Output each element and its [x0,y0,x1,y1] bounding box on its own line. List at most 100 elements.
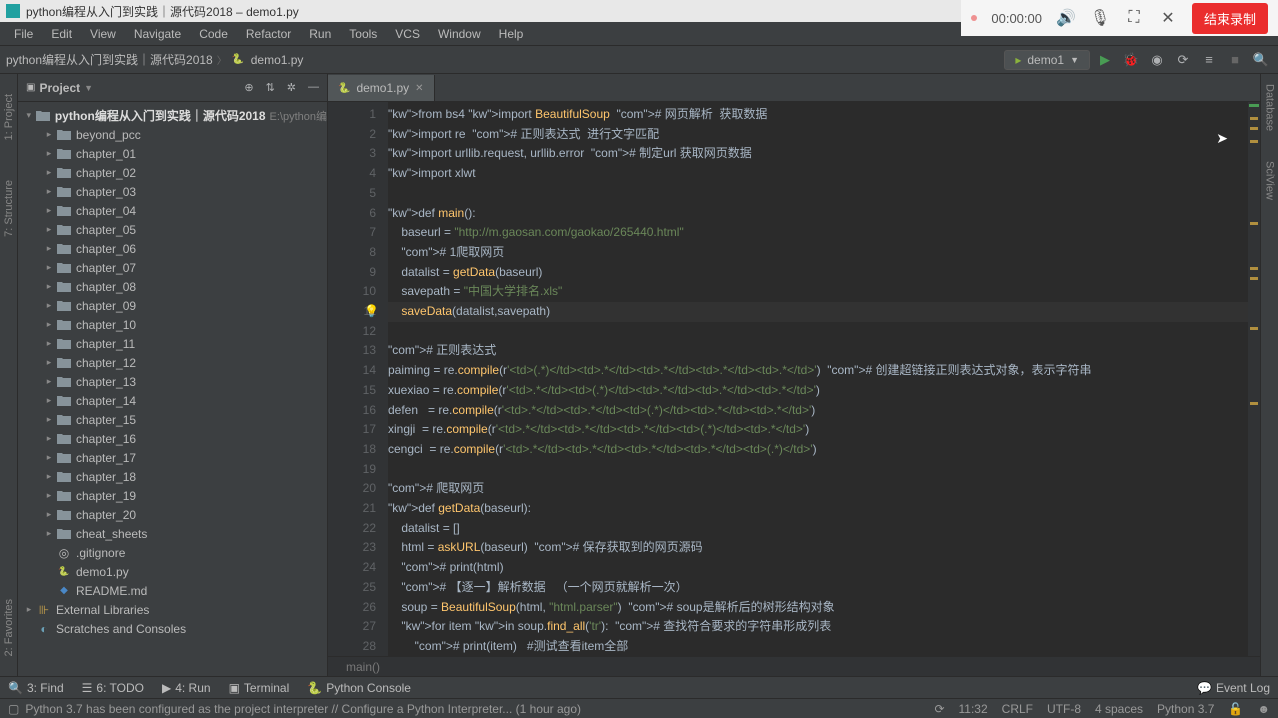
run-button[interactable]: ▶ [1094,49,1116,71]
code-line[interactable] [388,322,1248,342]
breadcrumb-root[interactable]: python编程从入门到实践｜源代码2018 [6,51,213,68]
menu-window[interactable]: Window [430,25,489,43]
menu-run[interactable]: Run [301,25,339,43]
left-tab-favorites[interactable]: 2: Favorites [3,599,15,656]
status-interpreter[interactable]: Python 3.7 [1157,702,1214,716]
tree-external-libs[interactable]: ▸⊪External Libraries [18,600,327,619]
tree-file-README.md[interactable]: ◆README.md [18,581,327,600]
code-line[interactable]: html = askURL(baseurl) "com"># 保存获取到的网页源… [388,538,1248,558]
tree-folder-chapter_01[interactable]: ▸chapter_01 [18,144,327,163]
menu-file[interactable]: File [6,25,41,43]
settings-icon[interactable]: ✲ [287,81,296,94]
tree-root[interactable]: ▾python编程从入门到实践｜源代码2018E:\python编 [18,106,327,125]
tree-folder-chapter_10[interactable]: ▸chapter_10 [18,315,327,334]
code-area[interactable]: "kw">from bs4 "kw">import BeautifulSoup … [388,102,1248,656]
menu-navigate[interactable]: Navigate [126,25,189,43]
code-line[interactable]: "kw">import re "com"># 正则表达式 进行文字匹配 [388,125,1248,145]
bottom-tab-terminal[interactable]: ▣Terminal [229,681,290,695]
code-line[interactable]: "com"># print(html) [388,558,1248,578]
code-line[interactable]: "com"># 【逐一】解析数据 （一个网页就解析一次） [388,578,1248,598]
coverage-button[interactable]: ◉ [1146,49,1168,71]
locate-icon[interactable]: ⊕ [244,81,253,94]
tree-file-.gitignore[interactable]: ◎.gitignore [18,543,327,562]
project-tree[interactable]: ▾python编程从入门到实践｜源代码2018E:\python编▸beyond… [18,102,327,676]
code-line[interactable]: soup = BeautifulSoup(html, "html.parser"… [388,598,1248,618]
menu-edit[interactable]: Edit [43,25,80,43]
bottom-tab-run[interactable]: ▶4: Run [162,681,211,695]
tree-file-demo1.py[interactable]: 🐍demo1.py [18,562,327,581]
code-line[interactable] [388,184,1248,204]
tree-folder-chapter_12[interactable]: ▸chapter_12 [18,353,327,372]
tree-folder-chapter_08[interactable]: ▸chapter_08 [18,277,327,296]
tree-folder-chapter_02[interactable]: ▸chapter_02 [18,163,327,182]
tree-folder-chapter_15[interactable]: ▸chapter_15 [18,410,327,429]
close-tab-icon[interactable]: ✕ [415,83,423,94]
tree-folder-chapter_06[interactable]: ▸chapter_06 [18,239,327,258]
expand-icon[interactable]: ⇅ [266,81,275,94]
menu-vcs[interactable]: VCS [387,25,428,43]
tree-folder-chapter_11[interactable]: ▸chapter_11 [18,334,327,353]
profile-button[interactable]: ⟳ [1172,49,1194,71]
tree-folder-cheat_sheets[interactable]: ▸cheat_sheets [18,524,327,543]
menu-tools[interactable]: Tools [341,25,385,43]
code-line[interactable]: "kw">def main(): [388,204,1248,224]
code-line[interactable]: paiming = re.compile(r'<td>(.*)</td><td>… [388,361,1248,381]
bottom-tab-find[interactable]: 🔍3: Find [8,681,64,695]
bottom-tab-python-console[interactable]: 🐍Python Console [307,681,411,695]
tree-folder-chapter_19[interactable]: ▸chapter_19 [18,486,327,505]
tree-folder-chapter_13[interactable]: ▸chapter_13 [18,372,327,391]
code-line[interactable] [388,460,1248,480]
run-config-select[interactable]: ▸ demo1 ▼ [1004,50,1090,70]
code-line[interactable]: "com"># 爬取网页 [388,479,1248,499]
menu-help[interactable]: Help [491,25,532,43]
code-line[interactable]: cengci = re.compile(r'<td>.*</td><td>.*<… [388,440,1248,460]
fullscreen-icon[interactable]: ⛶ [1124,8,1144,28]
right-tab-database[interactable]: Database [1264,84,1276,131]
editor-tab[interactable]: 🐍 demo1.py ✕ [328,75,435,101]
chevron-down-icon[interactable]: ▼ [84,83,93,93]
bottom-tab-todo[interactable]: ☰6: TODO [82,681,144,695]
menu-view[interactable]: View [82,25,124,43]
code-line[interactable]: datalist = [] [388,519,1248,539]
left-tab-structure[interactable]: 7: Structure [3,180,15,237]
code-line[interactable]: saveData(datalist,savepath) [388,302,1248,322]
tree-folder-chapter_16[interactable]: ▸chapter_16 [18,429,327,448]
speaker-icon[interactable]: 🔊 [1056,8,1076,28]
stop-button[interactable]: ■ [1224,49,1246,71]
tree-folder-chapter_03[interactable]: ▸chapter_03 [18,182,327,201]
bottom-tab-eventlog[interactable]: 💬Event Log [1197,681,1270,695]
code-line[interactable]: "kw">for item "kw">in soup.find_all('tr'… [388,617,1248,637]
tree-folder-chapter_14[interactable]: ▸chapter_14 [18,391,327,410]
attach-button[interactable]: ≡ [1198,49,1220,71]
code-line[interactable]: savepath = "中国大学排名.xls" [388,282,1248,302]
debug-button[interactable]: 🐞 [1120,49,1142,71]
code-line[interactable]: xuexiao = re.compile(r'<td>.*</td><td>(.… [388,381,1248,401]
code-line[interactable]: defen = re.compile(r'<td>.*</td><td>.*</… [388,401,1248,421]
tree-folder-chapter_20[interactable]: ▸chapter_20 [18,505,327,524]
end-record-button[interactable]: 结束录制 [1192,3,1268,34]
code-line[interactable]: "com"># 正则表达式 [388,341,1248,361]
tree-folder-chapter_04[interactable]: ▸chapter_04 [18,201,327,220]
tree-folder-chapter_05[interactable]: ▸chapter_05 [18,220,327,239]
tree-folder-chapter_18[interactable]: ▸chapter_18 [18,467,327,486]
intention-bulb-icon[interactable]: 💡 [364,302,379,322]
code-line[interactable]: baseurl = "http://m.gaosan.com/gaokao/26… [388,223,1248,243]
tree-folder-chapter_09[interactable]: ▸chapter_09 [18,296,327,315]
mic-icon[interactable]: 🎙 [1090,8,1110,28]
tree-folder-chapter_07[interactable]: ▸chapter_07 [18,258,327,277]
status-notification-icon[interactable]: ▢ [8,702,19,716]
hide-icon[interactable]: — [308,81,319,94]
status-indent[interactable]: 4 spaces [1095,702,1143,716]
code-line[interactable]: "com"># print(item) #测试查看item全部 [388,637,1248,656]
tree-folder-chapter_17[interactable]: ▸chapter_17 [18,448,327,467]
breadcrumb-file[interactable]: demo1.py [251,53,304,67]
code-line[interactable]: "kw">import xlwt [388,164,1248,184]
code-line[interactable]: xingji = re.compile(r'<td>.*</td><td>.*<… [388,420,1248,440]
code-line[interactable]: "com"># 1爬取网页 [388,243,1248,263]
status-update-icon[interactable]: ⟳ [934,702,944,716]
code-line[interactable]: "kw">def getData(baseurl): [388,499,1248,519]
menu-refactor[interactable]: Refactor [238,25,299,43]
close-recorder-icon[interactable]: ✕ [1158,8,1178,28]
status-readonly-icon[interactable]: 🔓 [1228,702,1243,716]
code-line[interactable]: datalist = getData(baseurl) [388,263,1248,283]
